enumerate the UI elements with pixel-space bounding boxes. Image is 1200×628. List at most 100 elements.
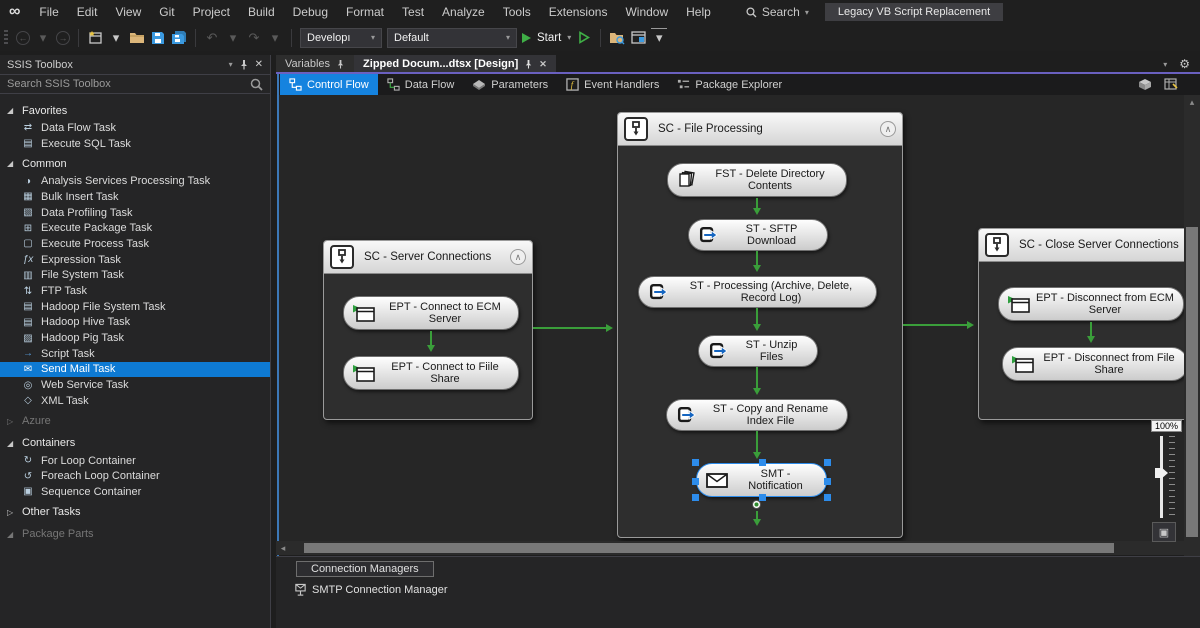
menu-help[interactable]: Help: [677, 0, 720, 24]
precedence-arrow-containers-2-3[interactable]: [903, 324, 971, 326]
task-st-processing-archive-delete-record-log[interactable]: ST - Processing (Archive, Delete, Record…: [638, 276, 877, 308]
toolbox-item-sequence-container[interactable]: ▣Sequence Container: [0, 484, 270, 500]
selection-handle[interactable]: [759, 459, 766, 466]
task-fst-delete-directory-contents[interactable]: FST - Delete Directory Contents: [667, 163, 847, 197]
toolbox-item-expression-task[interactable]: ƒxExpression Task: [0, 252, 270, 268]
menu-file[interactable]: File: [30, 0, 67, 24]
tab-list-dropdown-icon[interactable]: ▾: [1163, 60, 1167, 69]
toolbox-section-azure[interactable]: ▷Azure: [0, 412, 270, 431]
menu-window[interactable]: Window: [616, 0, 677, 24]
package-icon[interactable]: [1138, 78, 1152, 91]
toolbox-item-xml-task[interactable]: ◇XML Task: [0, 393, 270, 409]
precedence-arrow[interactable]: [756, 431, 758, 456]
toolbox-item-bulk-insert-task[interactable]: ▦Bulk Insert Task: [0, 189, 270, 205]
sequence-container-close-server-connections[interactable]: SC - Close Server Connections ∧: [978, 228, 1184, 420]
toolbox-window-position-icon[interactable]: ▾: [229, 60, 233, 69]
menu-tools[interactable]: Tools: [494, 0, 540, 24]
toolbox-item-execute-package-task[interactable]: ⊞Execute Package Task: [0, 220, 270, 236]
pin-icon[interactable]: [239, 59, 249, 70]
container-header[interactable]: SC - Close Server Connections ∧: [979, 229, 1184, 262]
task-st-unzip-files[interactable]: ST - Unzip Files: [698, 335, 818, 367]
precedence-arrow[interactable]: [756, 251, 758, 269]
toolbox-section-package-parts[interactable]: ◢Package Parts: [0, 525, 270, 544]
toolbox-item-hadoop-file-system-task[interactable]: ▤Hadoop File System Task: [0, 299, 270, 315]
selection-handle[interactable]: [824, 459, 831, 466]
menu-edit[interactable]: Edit: [68, 0, 107, 24]
undo-caret-icon[interactable]: ▾: [225, 28, 241, 48]
horizontal-scroll-thumb[interactable]: [304, 543, 1114, 553]
toolbox-item-execute-process-task[interactable]: ▢Execute Process Task: [0, 236, 270, 252]
toolbox-section-containers[interactable]: ◢Containers: [0, 434, 270, 453]
selection-handle[interactable]: [692, 478, 699, 485]
browse-packages-button[interactable]: [609, 28, 625, 48]
menu-format[interactable]: Format: [337, 0, 393, 24]
save-all-button[interactable]: [171, 28, 187, 48]
save-button[interactable]: [150, 28, 166, 48]
task-ept-disconnect-from-file-share[interactable]: EPT - Disconnect from File Share: [1002, 347, 1184, 381]
undo-button[interactable]: ↶: [204, 28, 220, 48]
navigate-back-caret-icon[interactable]: ▾: [35, 28, 51, 48]
toolbox-item-ftp-task[interactable]: ⇅FTP Task: [0, 283, 270, 299]
toolbox-item-file-system-task[interactable]: ▥File System Task: [0, 268, 270, 284]
vertical-scrollbar[interactable]: ▴ ▾: [1184, 95, 1200, 556]
tab-parameters[interactable]: Parameters: [463, 74, 557, 95]
navigate-forward-button[interactable]: →: [56, 31, 70, 45]
new-project-button[interactable]: [87, 28, 103, 48]
menu-build[interactable]: Build: [239, 0, 284, 24]
menu-view[interactable]: View: [106, 0, 150, 24]
selection-handle[interactable]: [824, 494, 831, 501]
task-ept-connect-to-file-share[interactable]: EPT - Connect to Fiile Share: [343, 356, 519, 390]
precedence-arrow[interactable]: [756, 308, 758, 328]
solution-configurations-dropdown[interactable]: Developı ▾: [300, 28, 382, 48]
task-smt-notification[interactable]: SMT - Notification: [696, 463, 827, 497]
variables-grid-icon[interactable]: [1164, 78, 1178, 91]
toolbar-grip[interactable]: [4, 30, 8, 46]
menu-test[interactable]: Test: [393, 0, 433, 24]
container-header[interactable]: SC - Server Connections ∧: [324, 241, 532, 274]
close-icon[interactable]: ✕: [539, 59, 547, 70]
zoom-slider-thumb[interactable]: [1155, 468, 1168, 478]
precedence-arrow-containers-1-2[interactable]: [533, 327, 610, 329]
toolbox-item-web-service-task[interactable]: ◎Web Service Task: [0, 377, 270, 393]
tab-event-handlers[interactable]: f Event Handlers: [557, 74, 668, 95]
task-st-copy-and-rename-index-file[interactable]: ST - Copy and Rename Index File: [666, 399, 848, 431]
precedence-arrow[interactable]: [756, 198, 758, 212]
zoom-fit-button[interactable]: ▣: [1152, 522, 1176, 542]
container-header[interactable]: SC - File Processing ∧: [618, 113, 902, 146]
new-project-caret-icon[interactable]: ▾: [108, 28, 124, 48]
toolbox-item-hadoop-pig-task[interactable]: ▨Hadoop Pig Task: [0, 330, 270, 346]
redo-button[interactable]: ↷: [246, 28, 262, 48]
task-ept-connect-to-ecm-server[interactable]: EPT - Connect to ECM Server: [343, 296, 519, 330]
window-layout-button[interactable]: [630, 28, 646, 48]
toolbox-item-script-task[interactable]: →Script Task: [0, 346, 270, 362]
menu-analyze[interactable]: Analyze: [433, 0, 494, 24]
settings-gear-icon[interactable]: ⚙: [1179, 57, 1190, 71]
pin-icon[interactable]: [336, 59, 345, 69]
toolbox-item-data-profiling-task[interactable]: ▧Data Profiling Task: [0, 205, 270, 221]
pin-icon[interactable]: [524, 59, 533, 69]
search-control[interactable]: Search ▾: [746, 5, 809, 19]
toolbox-search-box[interactable]: Search SSIS Toolbox: [0, 74, 270, 94]
task-st-sftp-download[interactable]: ST - SFTP Download: [688, 219, 828, 251]
connector-origin-dot[interactable]: [752, 500, 761, 509]
dangling-precedence-arrow[interactable]: [756, 511, 758, 523]
menu-project[interactable]: Project: [184, 0, 239, 24]
precedence-arrow[interactable]: [756, 367, 758, 392]
start-without-debugging-button[interactable]: [576, 28, 592, 48]
toolbox-section-other-tasks[interactable]: ▷Other Tasks: [0, 503, 270, 522]
scroll-left-arrow-icon[interactable]: ◂: [276, 543, 290, 554]
toolbox-item-send-mail-task[interactable]: ✉Send Mail Task: [0, 362, 270, 378]
vertical-scroll-thumb[interactable]: [1186, 227, 1198, 537]
menu-debug[interactable]: Debug: [284, 0, 337, 24]
selection-handle[interactable]: [692, 494, 699, 501]
control-flow-design-surface[interactable]: SC - Server Connections ∧ EPT - Connect …: [279, 95, 1184, 541]
close-icon[interactable]: ✕: [255, 59, 263, 70]
start-debugging-button[interactable]: Start ▾: [522, 28, 571, 48]
tab-variables[interactable]: Variables: [276, 55, 354, 73]
collapse-chevron-icon[interactable]: ∧: [880, 121, 896, 137]
toolbox-item-foreach-loop-container[interactable]: ↺Foreach Loop Container: [0, 468, 270, 484]
sequence-container-server-connections[interactable]: SC - Server Connections ∧: [323, 240, 533, 420]
redo-caret-icon[interactable]: ▾: [267, 28, 283, 48]
toolbox-item-hadoop-hive-task[interactable]: ▤Hadoop Hive Task: [0, 315, 270, 331]
task-ept-disconnect-from-ecm-server[interactable]: EPT - Disconnect from ECM Server: [998, 287, 1184, 321]
